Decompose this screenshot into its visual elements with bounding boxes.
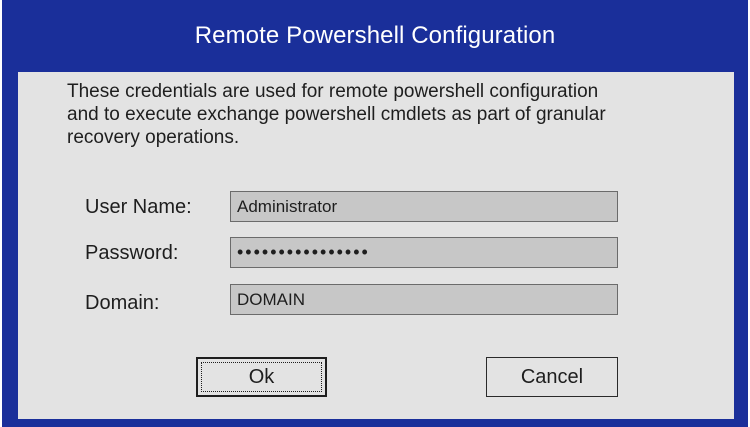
cancel-button[interactable]: Cancel: [486, 357, 618, 397]
password-field[interactable]: ••••••••••••••••: [230, 237, 618, 268]
domain-label: Domain:: [85, 292, 160, 314]
dialog-title: Remote Powershell Configuration: [194, 22, 556, 49]
dialog-body: These credentials are used for remote po…: [18, 72, 734, 419]
domain-field[interactable]: [230, 284, 618, 315]
cancel-button-label: Cancel: [520, 365, 584, 388]
remote-powershell-dialog: Remote Powershell Configuration These cr…: [2, 0, 748, 427]
username-label: User Name:: [85, 196, 192, 218]
credentials-description: These credentials are used for remote po…: [67, 81, 606, 148]
password-label: Password:: [85, 242, 179, 264]
ok-button[interactable]: Ok: [196, 357, 327, 397]
username-field[interactable]: [230, 191, 618, 222]
ok-button-label: Ok: [248, 365, 275, 388]
